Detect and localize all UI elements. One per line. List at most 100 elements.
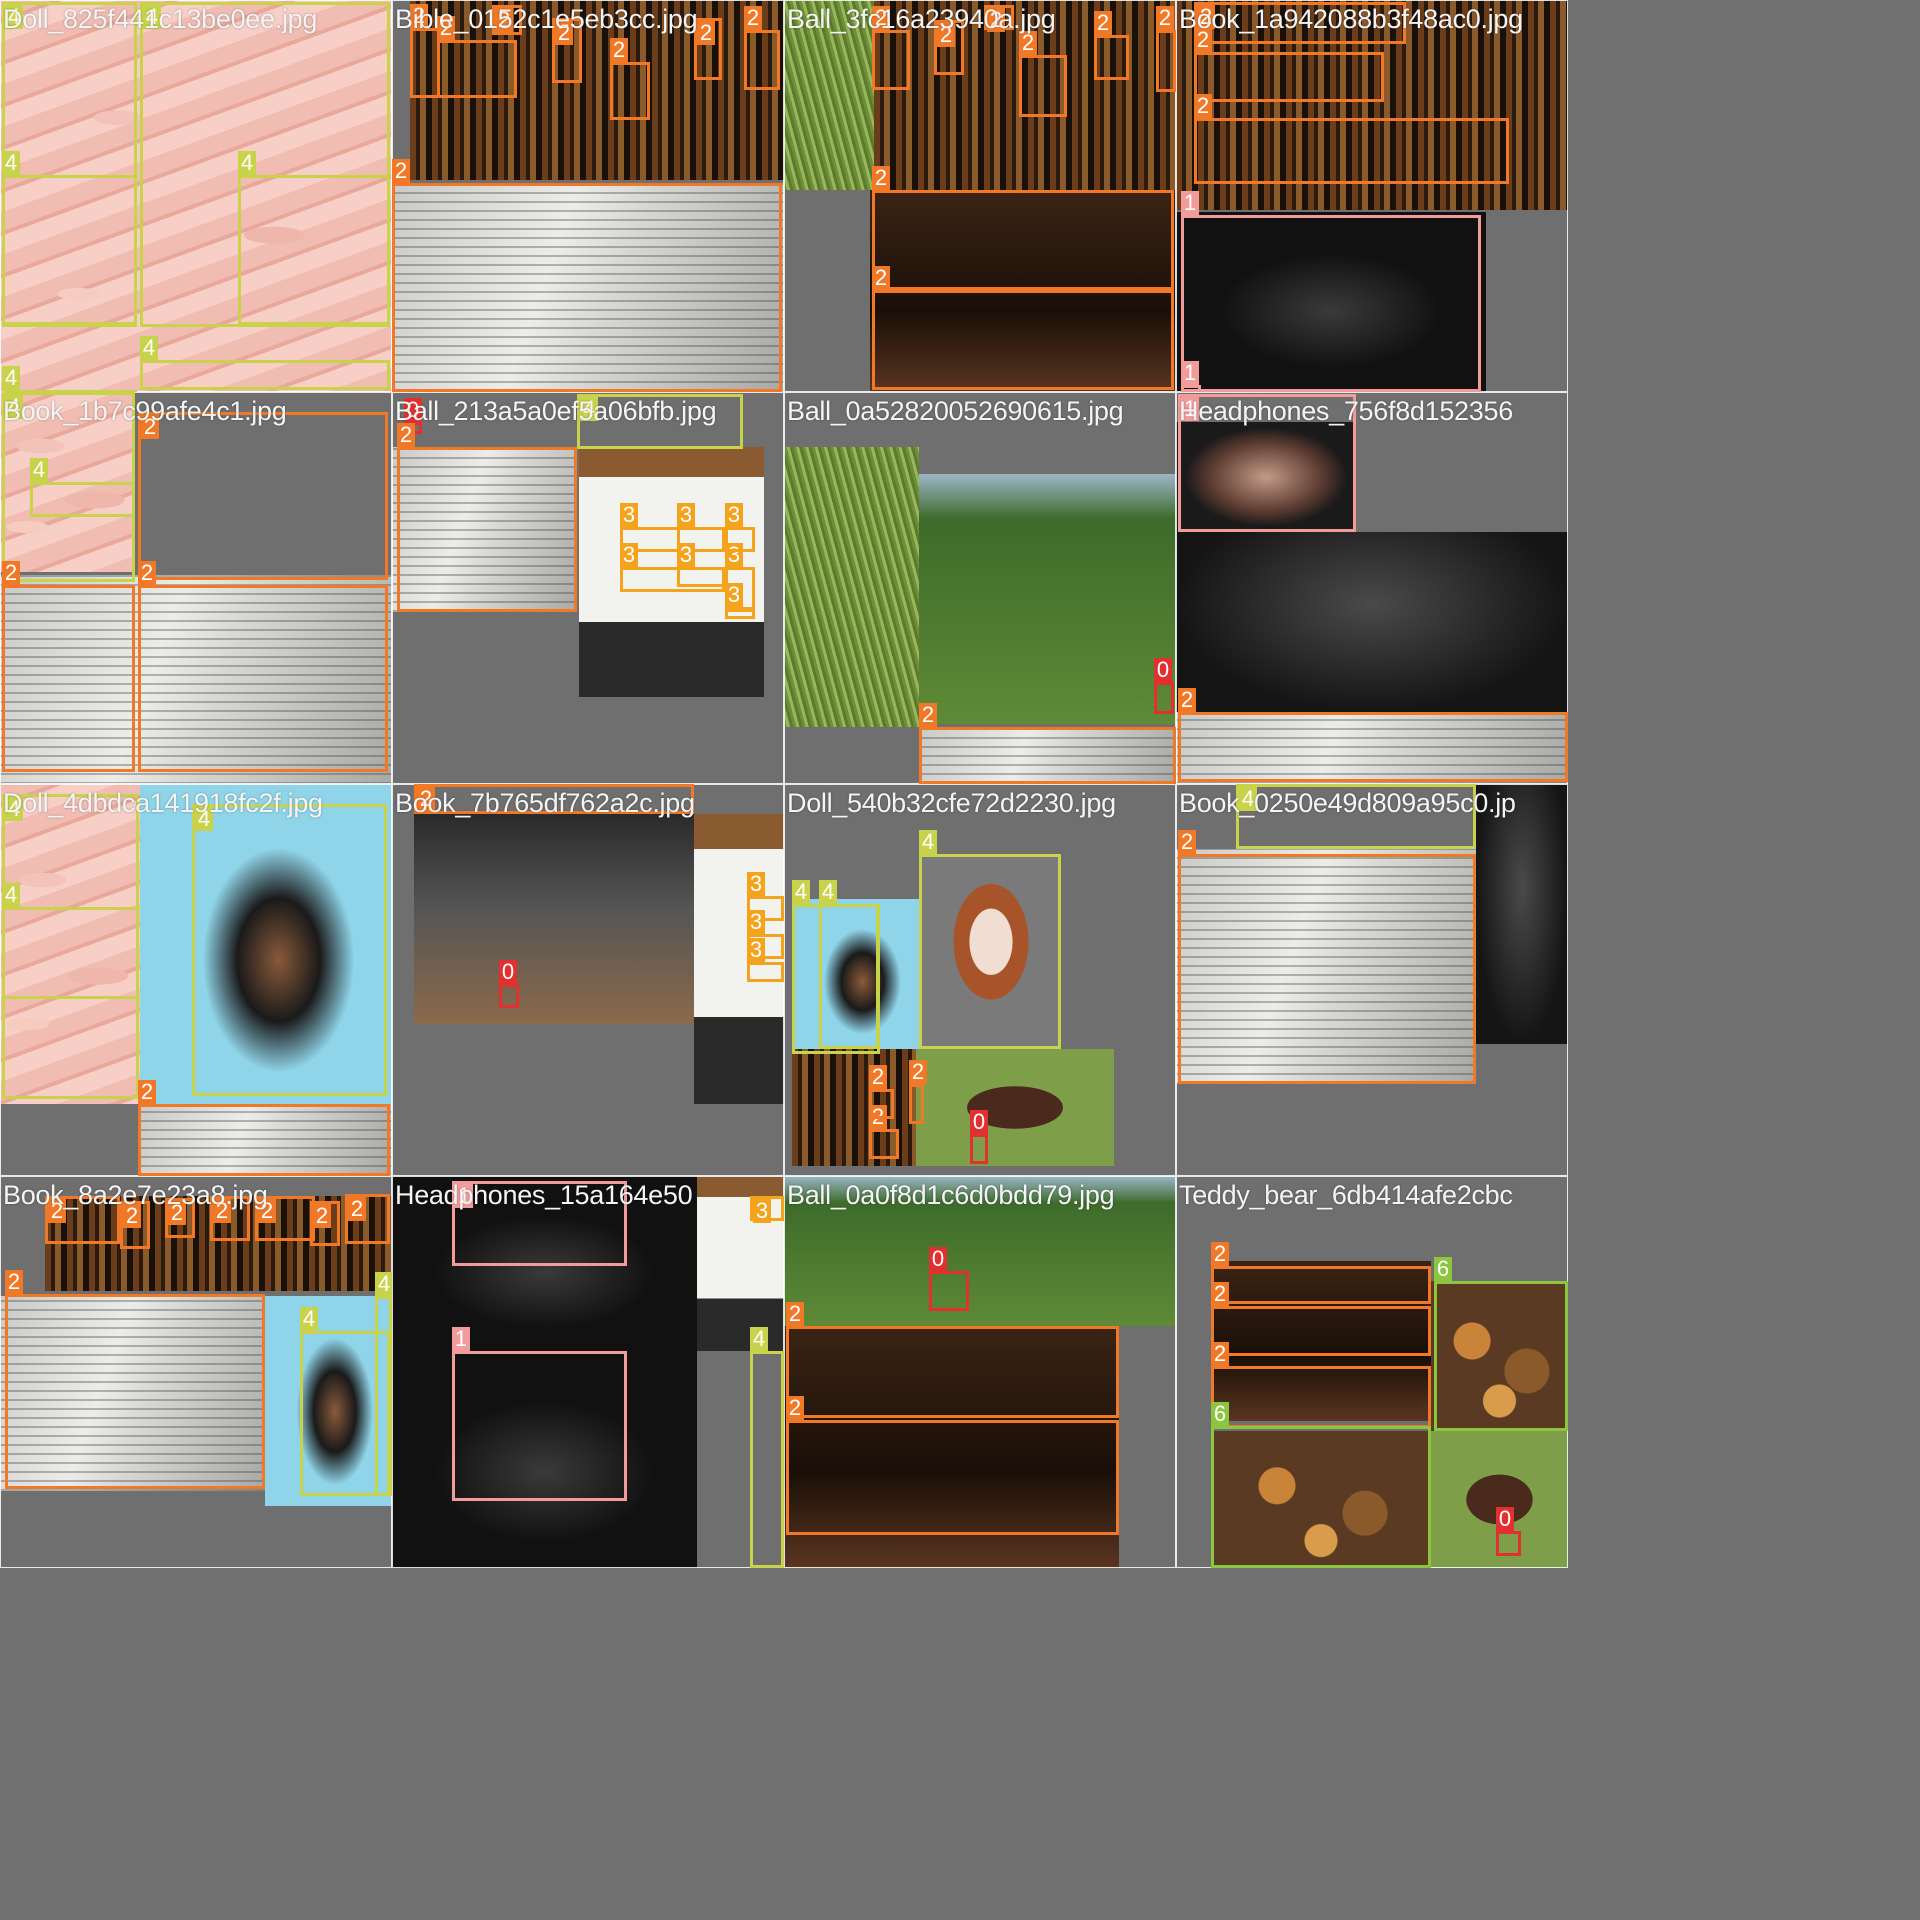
- class-label: 0: [499, 960, 517, 984]
- class-label: 4: [792, 880, 810, 904]
- class-label: 1: [1181, 361, 1199, 385]
- bounding-box: 2: [1019, 31, 1067, 117]
- class-label: 0: [970, 1110, 988, 1134]
- photo-region: [1476, 784, 1568, 1044]
- bounding-box: 3: [725, 503, 755, 552]
- class-label: 3: [747, 910, 765, 934]
- bounding-box: 2: [1211, 1342, 1431, 1428]
- bounding-box: 4: [375, 1272, 392, 1496]
- bounding-box: 0: [1154, 658, 1174, 714]
- class-label: 2: [697, 21, 715, 45]
- photo-region: [694, 814, 784, 1104]
- bounding-box: 3: [725, 583, 755, 619]
- class-label: 2: [786, 1302, 804, 1326]
- bounding-box: 2: [138, 1080, 390, 1176]
- tile-filename: Ball_3fc16a23940a.jpg: [787, 4, 1056, 34]
- mosaic-tile: 1 2 Headphones_756f8d152356: [1176, 392, 1568, 784]
- mosaic-tile: 2 2 2 2 2 2 2 2 Bible_0152c1e5eb3cc.jpg: [392, 0, 784, 392]
- class-label: 3: [620, 543, 638, 567]
- class-label: 0: [929, 1247, 947, 1271]
- bounding-box: 4: [2, 151, 137, 325]
- bounding-box: 2: [397, 423, 577, 612]
- class-label: 3: [725, 503, 743, 527]
- tile-filename: Book_8a2e7e23a8.jpg: [3, 1180, 268, 1210]
- bounding-box: 1: [1181, 361, 1201, 392]
- bounding-box: 2: [786, 1396, 1119, 1535]
- class-label: 4: [300, 1307, 318, 1331]
- class-label: 2: [348, 1197, 366, 1221]
- class-label: 2: [909, 1060, 927, 1084]
- bounding-box: 1: [1181, 191, 1481, 392]
- bounding-box: 2: [1194, 28, 1384, 102]
- mosaic-tile: 0 2 Ball_0a52820052690615.jpg: [784, 392, 1176, 784]
- tile-filename: Headphones_756f8d152356: [1179, 396, 1513, 426]
- class-label: 6: [1211, 1402, 1229, 1426]
- tile-filename: Bible_0152c1e5eb3cc.jpg: [395, 4, 698, 34]
- bounding-box: 2: [392, 159, 782, 392]
- bounding-box: 4: [919, 830, 1061, 1049]
- mosaic-tile: 0 2 2 Ball_0a0f8d1c6d0bdd79.jpg: [784, 1176, 1176, 1568]
- tile-filename: Book_1b7c99afe4c1.jpg: [3, 396, 287, 426]
- bounding-box: 4: [192, 804, 387, 1096]
- class-label: 1: [452, 1327, 470, 1351]
- mosaic-tile: 2 2 2 2 2 2 2 2 Ball_3fc16a23940a.jpg: [784, 0, 1176, 392]
- class-label: 4: [140, 336, 158, 360]
- class-label: 2: [138, 1080, 156, 1104]
- bounding-box: 2: [345, 1194, 390, 1244]
- bounding-box: 2: [872, 166, 1174, 290]
- bounding-box: 2: [610, 38, 650, 120]
- mosaic-tile: 4 2 Book_0250e49d809a95c0.jp: [1176, 784, 1568, 1176]
- tile-filename: Book_7b765df762a2c.jpg: [395, 788, 695, 818]
- tile-filename: Doll_4dbdca141918fc2f.jpg: [3, 788, 323, 818]
- class-label: 1: [1181, 191, 1199, 215]
- bounding-box: 3: [750, 1196, 784, 1223]
- class-label: 3: [747, 938, 765, 962]
- bounding-box: 2: [1211, 1282, 1431, 1356]
- bounding-box: 2: [2, 561, 135, 772]
- class-label: 2: [1156, 6, 1174, 30]
- bounding-box: 2: [1178, 688, 1568, 782]
- class-label: 2: [872, 266, 890, 290]
- class-label: 4: [919, 830, 937, 854]
- bounding-box: 3: [747, 938, 784, 982]
- mosaic-tile: 2 2 2 6 6 0 Teddy_bear_6db414afe2cbc: [1176, 1176, 1568, 1568]
- bounding-box: 2: [872, 6, 910, 90]
- class-label: 3: [677, 503, 695, 527]
- bounding-box: 6: [1211, 1402, 1431, 1568]
- bounding-box: 2: [909, 1060, 927, 1124]
- class-label: 2: [138, 561, 156, 585]
- bounding-box: 2: [410, 4, 440, 98]
- class-label: 2: [744, 6, 762, 30]
- mosaic-grid: 4 4 4 4 4 4 Doll_825f441c13be0ee.jpg 2 2 2 2 2 2 2 2 Bi…: [0, 0, 1568, 1568]
- photo-region: [784, 447, 919, 727]
- mosaic-tile: 4 4 4 2 2 2 0 Doll_540b32cfe72d2230.jpg: [784, 784, 1176, 1176]
- class-label: 2: [1211, 1342, 1229, 1366]
- class-label: 4: [2, 151, 20, 175]
- class-label: 2: [1178, 688, 1196, 712]
- class-label: 2: [919, 703, 937, 727]
- bounding-box: 2: [1094, 11, 1129, 80]
- tile-filename: Ball_0a52820052690615.jpg: [787, 396, 1124, 426]
- tile-filename: Doll_540b32cfe72d2230.jpg: [787, 788, 1116, 818]
- bounding-box: 0: [499, 960, 519, 1008]
- mosaic-tile: 4 4 4 2 Doll_4dbdca141918fc2f.jpg: [0, 784, 392, 1176]
- bounding-box: 1: [452, 1327, 627, 1501]
- bounding-box: 2: [1178, 830, 1476, 1084]
- bounding-box: 2: [138, 561, 388, 772]
- class-label: 2: [1211, 1242, 1229, 1266]
- bounding-box: 2: [786, 1302, 1119, 1418]
- class-label: 2: [313, 1204, 331, 1228]
- photo-region: [916, 1049, 1114, 1166]
- class-label: 0: [1496, 1507, 1514, 1531]
- tile-filename: Doll_825f441c13be0ee.jpg: [3, 4, 318, 34]
- class-label: 3: [747, 872, 765, 896]
- class-label: 4: [2, 366, 20, 390]
- bounding-box: 0: [1496, 1507, 1521, 1556]
- class-label: 2: [1178, 830, 1196, 854]
- bounding-box: 4: [2, 883, 139, 999]
- bounding-box: 0: [970, 1110, 988, 1164]
- bounding-box: 4: [140, 336, 390, 390]
- tile-filename: Book_1a942088b3f48ac0.jpg: [1179, 4, 1523, 34]
- class-label: 2: [1094, 11, 1112, 35]
- mosaic-tile: 2 2 2 1 1 Book_1a942088b3f48ac0.jpg: [1176, 0, 1568, 392]
